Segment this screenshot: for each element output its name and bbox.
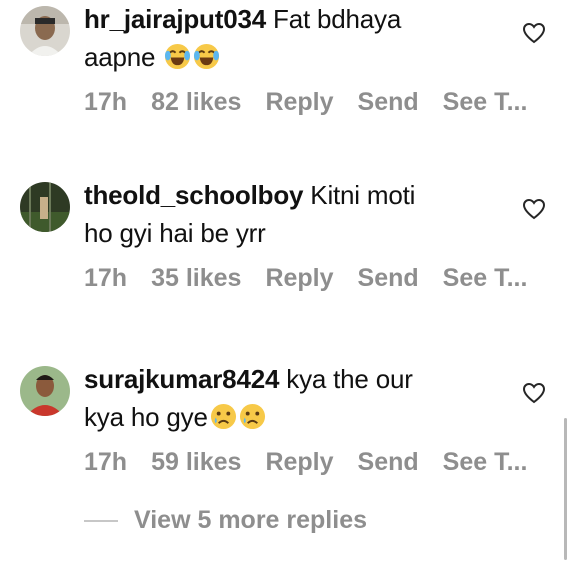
send-button[interactable]: Send bbox=[358, 88, 419, 117]
like-heart-icon[interactable] bbox=[522, 198, 546, 220]
reply-button[interactable]: Reply bbox=[265, 264, 333, 293]
comment-meta: 17h 82 likes Reply Send See T... bbox=[84, 88, 551, 117]
scrollbar[interactable] bbox=[564, 418, 567, 560]
comment-meta: 17h 59 likes Reply Send See T... bbox=[84, 448, 551, 477]
like-heart-icon[interactable] bbox=[522, 22, 546, 44]
send-button[interactable]: Send bbox=[358, 264, 419, 293]
comment-text-line2: kya ho gye bbox=[84, 402, 208, 432]
avatar[interactable] bbox=[20, 366, 70, 416]
avatar[interactable] bbox=[20, 182, 70, 232]
comment-text: hr_jairajput034 Fat bdhaya aapne bbox=[84, 0, 499, 76]
view-more-replies-button[interactable]: View 5 more replies bbox=[84, 506, 367, 535]
avatar[interactable] bbox=[20, 6, 70, 56]
crying-emoji-icon bbox=[239, 403, 265, 430]
comment-meta: 17h 35 likes Reply Send See T... bbox=[84, 264, 551, 293]
comment-time: 17h bbox=[84, 264, 128, 292]
reply-button[interactable]: Reply bbox=[265, 88, 333, 117]
comment-text: surajkumar8424 kya the our kya ho gye bbox=[84, 360, 499, 436]
see-translation-button[interactable]: See T... bbox=[443, 88, 528, 117]
comment-text-line1: kya the our bbox=[286, 364, 413, 394]
comment-username[interactable]: hr_jairajput034 bbox=[84, 4, 266, 34]
comment-time: 17h bbox=[84, 88, 128, 116]
comment-text-line1: Fat bdhaya bbox=[273, 4, 402, 34]
joy-emoji-icon bbox=[165, 43, 191, 70]
joy-emoji-icon bbox=[194, 43, 220, 70]
like-heart-icon[interactable] bbox=[522, 382, 546, 404]
view-more-replies-label: View 5 more replies bbox=[134, 506, 367, 534]
see-translation-button[interactable]: See T... bbox=[443, 448, 528, 477]
likes-count[interactable]: 59 likes bbox=[151, 448, 241, 477]
likes-count[interactable]: 82 likes bbox=[151, 88, 241, 117]
comment-text-line1: Kitni moti bbox=[310, 180, 416, 210]
crying-emoji-icon bbox=[210, 403, 236, 430]
likes-count[interactable]: 35 likes bbox=[151, 264, 241, 293]
comment-username[interactable]: surajkumar8424 bbox=[84, 364, 279, 394]
see-translation-button[interactable]: See T... bbox=[443, 264, 528, 293]
comment-username[interactable]: theold_schoolboy bbox=[84, 180, 303, 210]
divider-line bbox=[84, 519, 118, 522]
send-button[interactable]: Send bbox=[358, 448, 419, 477]
comment-time: 17h bbox=[84, 448, 128, 476]
reply-button[interactable]: Reply bbox=[265, 448, 333, 477]
comment-text-line2: ho gyi hai be yrr bbox=[84, 218, 266, 248]
comment-text-line2: aapne bbox=[84, 42, 156, 72]
comment-text: theold_schoolboy Kitni moti ho gyi hai b… bbox=[84, 176, 499, 252]
